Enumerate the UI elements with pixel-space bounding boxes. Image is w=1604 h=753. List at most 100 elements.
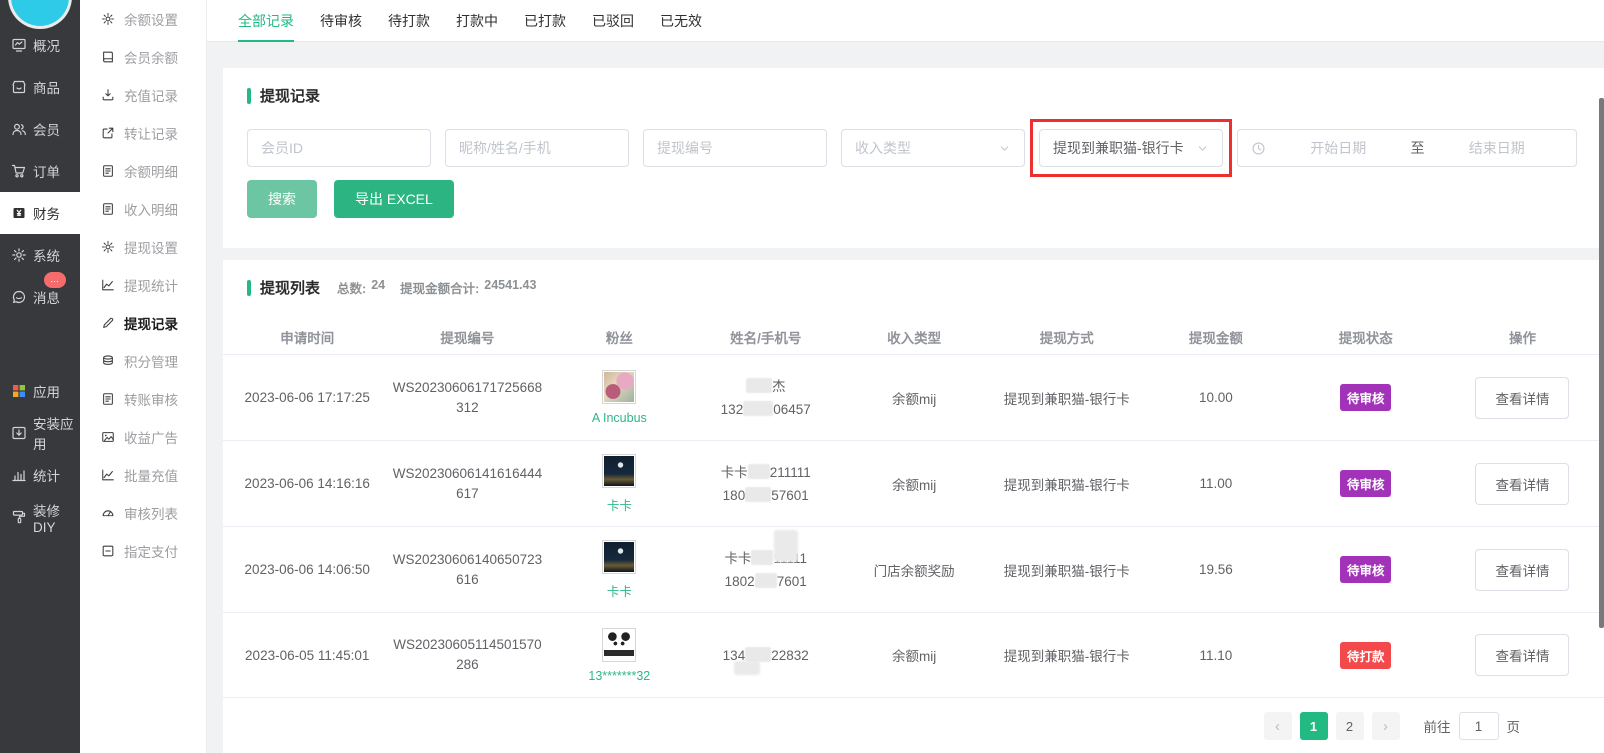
sub-item-batch-recharge[interactable]: 批量充值 (80, 456, 206, 494)
page-button-1[interactable]: 1 (1300, 712, 1328, 740)
sub-item-balance-detail[interactable]: 余额明细 (80, 152, 206, 190)
tab-pending-review[interactable]: 待审核 (320, 0, 362, 41)
sub-item-label: 余额设置 (124, 9, 178, 29)
chart-line-icon (101, 278, 115, 292)
withdraw-table: 申请时间 提现编号 粉丝 姓名/手机号 收入类型 提现方式 提现金额 提现状态 … (223, 320, 1604, 698)
prev-page-button[interactable]: ‹ (1264, 712, 1292, 740)
sub-item-label: 指定支付 (124, 541, 178, 561)
cell-apply-time: 2023-06-06 14:16:16 (223, 476, 391, 491)
sub-item-withdraw-settings[interactable]: 提现设置 (80, 228, 206, 266)
withdraw-no-field (643, 129, 827, 167)
sub-item-recharge-records[interactable]: 充值记录 (80, 76, 206, 114)
finance-icon (11, 205, 27, 221)
view-detail-button[interactable]: 查看详情 (1475, 549, 1569, 591)
cell-income-type: 余额mij (836, 474, 992, 494)
sub-item-audit-list[interactable]: 审核列表 (80, 494, 206, 532)
sidebar-item-members[interactable]: 会员 (0, 108, 80, 150)
cell-name-phone: 卡卡211111 18057601 (695, 461, 836, 507)
sub-item-transfer-records[interactable]: 转让记录 (80, 114, 206, 152)
fan-avatar[interactable] (602, 540, 636, 574)
redaction-blur (734, 661, 760, 675)
withdraw-method-value: 提现到兼职猫-银行卡 (1053, 138, 1184, 158)
cell-amount: 11.10 (1141, 648, 1290, 663)
tab-all-records[interactable]: 全部记录 (238, 0, 294, 41)
page-button-2[interactable]: 2 (1336, 712, 1364, 740)
fan-avatar[interactable] (602, 370, 636, 404)
goto-page-input[interactable] (1459, 712, 1499, 740)
view-detail-button[interactable]: 查看详情 (1475, 463, 1569, 505)
sub-item-withdraw-records[interactable]: 提现记录 (80, 304, 206, 342)
fan-avatar[interactable] (602, 628, 636, 662)
sub-item-label: 提现统计 (124, 275, 178, 295)
search-button[interactable]: 搜索 (247, 180, 317, 218)
view-detail-button[interactable]: 查看详情 (1475, 377, 1569, 419)
sidebar-item-label: 概况 (33, 35, 60, 55)
export-excel-button[interactable]: 导出 EXCEL (334, 180, 454, 218)
fan-nickname[interactable]: 卡卡 (607, 581, 632, 600)
date-range-input[interactable]: 开始日期 至 结束日期 (1237, 129, 1577, 167)
member-id-input[interactable] (261, 140, 417, 156)
sub-item-income-detail[interactable]: 收入明细 (80, 190, 206, 228)
vertical-scrollbar[interactable] (1599, 98, 1604, 628)
orders-icon (11, 163, 27, 179)
fan-avatar[interactable] (602, 454, 636, 488)
withdraw-method-select[interactable]: 提现到兼职猫-银行卡 (1039, 129, 1223, 167)
sub-item-designated-payment[interactable]: 指定支付 (80, 532, 206, 570)
col-income-type: 收入类型 (836, 327, 992, 347)
income-type-select[interactable]: 收入类型 (841, 129, 1025, 167)
sidebar-item-label: 应用 (33, 381, 60, 401)
nickname-input[interactable] (459, 140, 615, 156)
cell-income-type: 余额mij (836, 645, 992, 665)
sidebar-item-goods[interactable]: 商品 (0, 66, 80, 108)
member-id-field (247, 129, 431, 167)
sub-item-balance-settings[interactable]: 余额设置 (80, 0, 206, 38)
fan-nickname[interactable]: 13*******32 (588, 669, 650, 683)
chart-line-icon (101, 468, 115, 482)
sidebar-item-install-apps[interactable]: 安装应用 (0, 412, 80, 454)
redaction-blur (745, 647, 771, 662)
redaction-blur (746, 378, 772, 393)
tab-invalid[interactable]: 已无效 (660, 0, 702, 41)
cell-apply-time: 2023-06-06 17:17:25 (223, 390, 391, 405)
tab-rejected[interactable]: 已驳回 (592, 0, 634, 41)
sidebar-item-apps[interactable]: 应用 (0, 370, 80, 412)
col-apply-time: 申请时间 (223, 327, 391, 347)
sidebar-item-overview[interactable]: 概况 (0, 24, 80, 66)
sub-item-withdraw-stats[interactable]: 提现统计 (80, 266, 206, 304)
next-page-button[interactable]: › (1372, 712, 1400, 740)
apps-icon (11, 383, 27, 399)
sub-item-label: 转账审核 (124, 389, 178, 409)
cell-fan: 卡卡 (543, 454, 695, 514)
sub-item-member-balance[interactable]: 会员余额 (80, 38, 206, 76)
withdraw-no-input[interactable] (657, 140, 813, 156)
total-value: 24 (371, 278, 385, 297)
sub-item-points-management[interactable]: 积分管理 (80, 342, 206, 380)
sidebar-item-statistics[interactable]: 统计 (0, 454, 80, 496)
tab-pending-payment[interactable]: 待打款 (388, 0, 430, 41)
document-icon (101, 164, 115, 178)
cell-status: 待审核 (1290, 470, 1441, 497)
fan-nickname[interactable]: 卡卡 (607, 495, 632, 514)
sidebar-item-label: 会员 (33, 119, 60, 139)
main-content: 全部记录 待审核 待打款 打款中 已打款 已驳回 已无效 提现记录 (207, 0, 1604, 753)
sub-item-transfer-audit[interactable]: 转账审核 (80, 380, 206, 418)
sidebar-item-decorate-diy[interactable]: 装修DIY (0, 496, 80, 538)
fan-nickname[interactable]: A Incubus (592, 411, 647, 425)
tab-paying[interactable]: 打款中 (456, 0, 498, 41)
sub-item-label: 审核列表 (124, 503, 178, 523)
cell-amount: 11.00 (1141, 476, 1290, 491)
sidebar-item-orders[interactable]: 订单 (0, 150, 80, 192)
gear-icon (101, 12, 115, 26)
pagination: ‹ 1 2 › 前往 页 (223, 698, 1604, 753)
view-detail-button[interactable]: 查看详情 (1475, 634, 1569, 676)
sidebar-item-finance[interactable]: 财务 (0, 192, 80, 234)
redaction-blur (743, 401, 773, 416)
cell-withdraw-no: WS20230606140650723 616 (391, 550, 543, 590)
withdraw-list-card: 提现列表 总数:24 提现金额合计:24541.43 申请时间 提现编号 粉丝 … (223, 260, 1604, 753)
members-icon (11, 121, 27, 137)
tab-paid[interactable]: 已打款 (524, 0, 566, 41)
sidebar-item-system[interactable]: 系统 (0, 234, 80, 276)
sidebar-item-messages[interactable]: 消息 … (0, 276, 80, 318)
cell-income-type: 门店余额奖励 (836, 560, 992, 580)
sub-item-income-ads[interactable]: 收益广告 (80, 418, 206, 456)
